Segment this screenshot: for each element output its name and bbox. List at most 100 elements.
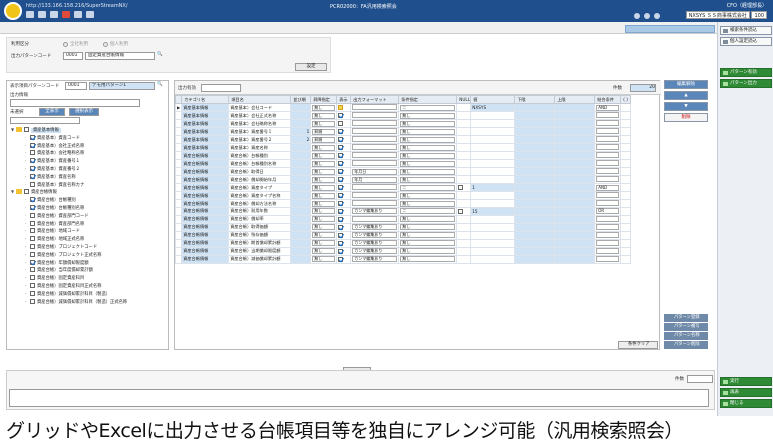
grid-col-header[interactable]: 出力フォーマット [350, 95, 400, 104]
value-cell[interactable] [470, 199, 516, 208]
order-cell[interactable] [290, 222, 312, 232]
cond-select[interactable]: 無し [400, 232, 456, 238]
upper-cell[interactable] [554, 135, 596, 144]
null-cell[interactable] [456, 159, 472, 168]
settings-icon[interactable] [74, 11, 82, 18]
order-cell[interactable]: 2 [290, 135, 312, 144]
format-select[interactable]: カンマ編集あり [352, 224, 398, 230]
format-select[interactable] [352, 216, 398, 222]
grid-row[interactable]: 資産台帳情報 資産台帳）資産タイプ 無し ＝ 1 AND [174, 183, 632, 192]
output-info-select[interactable] [10, 99, 140, 107]
format-cell[interactable] [350, 119, 400, 128]
grid-row[interactable]: 資産台帳情報 資産台帳）当期償却限度額 無し カンマ編集あり 無し [174, 246, 632, 256]
sort-cell[interactable]: 無し [310, 175, 338, 184]
sort-cell[interactable]: 無し [310, 214, 338, 224]
cond-select[interactable]: 無し [400, 192, 456, 199]
cond-select[interactable]: ＝ [400, 184, 456, 191]
pattern-delete-button[interactable]: パターン削除 [664, 341, 708, 349]
null-cell[interactable] [456, 246, 472, 256]
show-cell[interactable] [336, 175, 352, 184]
sort-cell[interactable]: 無し [310, 230, 338, 240]
order-cell[interactable]: 1 [290, 127, 312, 136]
join-cell[interactable] [594, 254, 622, 264]
grid-row[interactable]: 資産台帳情報 資産台帳）減価償却累計額 無し カンマ編集あり 無し [174, 254, 632, 264]
sort-select[interactable]: 無し [312, 168, 336, 175]
format-select[interactable] [352, 144, 398, 150]
sort-select[interactable]: 無し [312, 104, 336, 111]
sort-select[interactable]: 無し [312, 208, 336, 215]
value-cell[interactable] [470, 135, 516, 144]
grid-row[interactable]: 資産基本情報 資産基本）会社正式名称 無し 無し [174, 111, 632, 120]
format-cell[interactable] [350, 151, 400, 160]
order-cell[interactable] [290, 199, 312, 208]
lower-cell[interactable] [514, 111, 556, 120]
sort-cell[interactable]: 無し [310, 159, 338, 168]
format-cell[interactable]: カンマ編集あり [350, 230, 400, 240]
grid-col-header[interactable]: 条件指定 [398, 95, 458, 104]
join-select[interactable] [596, 168, 620, 174]
cond-cell[interactable]: 無し [398, 222, 458, 232]
join-select[interactable]: AND [596, 184, 620, 191]
sort-select[interactable]: 無し [312, 232, 336, 238]
show-cell[interactable] [336, 222, 352, 232]
tree-node[interactable]: · 資産基本）資産名称カナ [11, 181, 166, 189]
cond-select[interactable]: 無し [400, 152, 456, 159]
null-cell[interactable] [456, 135, 472, 144]
upper-cell[interactable] [554, 230, 596, 240]
grid-icon[interactable] [38, 11, 46, 18]
format-cell[interactable] [350, 183, 400, 192]
pattern-enable-button[interactable]: パターン有効 [720, 68, 772, 77]
cond-select[interactable]: 無し [400, 224, 456, 230]
format-select[interactable]: 年月日 [352, 168, 398, 175]
cond-select[interactable]: 無し [400, 216, 456, 222]
join-cell[interactable] [594, 111, 622, 120]
sort-select[interactable]: 無し [312, 144, 336, 151]
value-cell[interactable] [470, 222, 516, 232]
tree-node[interactable]: · 資産台帳）減価償却累計科目（製造） [11, 290, 166, 298]
join-select[interactable] [596, 136, 620, 142]
paren-cell[interactable] [620, 135, 632, 144]
sort-cell[interactable]: 無し [310, 191, 338, 200]
mail-icon[interactable] [654, 13, 660, 19]
format-cell[interactable] [350, 143, 400, 152]
upper-cell[interactable] [554, 214, 596, 224]
tree-node[interactable]: · 資産基本）資産名称 [11, 173, 166, 181]
null-cell[interactable] [456, 167, 472, 176]
pattern-output-button[interactable]: パターン出力 [720, 79, 772, 88]
paren-cell[interactable] [620, 103, 632, 112]
cond-cell[interactable]: 無し [398, 111, 458, 120]
order-cell[interactable] [290, 230, 312, 240]
show-cell[interactable] [336, 254, 352, 264]
join-cell[interactable]: AND [594, 183, 622, 192]
tree-search-input[interactable] [10, 117, 80, 124]
format-cell[interactable]: カンマ編集あり [350, 207, 400, 216]
paren-cell[interactable] [620, 207, 632, 216]
show-cell[interactable] [336, 135, 352, 144]
cond-select[interactable]: 無し [400, 176, 456, 183]
format-select[interactable] [352, 160, 398, 166]
show-cell[interactable] [336, 214, 352, 224]
format-cell[interactable]: カンマ編集あり [350, 254, 400, 264]
order-cell[interactable] [290, 175, 312, 184]
show-cell[interactable] [336, 183, 352, 192]
upper-cell[interactable] [554, 254, 596, 264]
join-cell[interactable] [594, 199, 622, 208]
join-select[interactable] [596, 144, 620, 150]
sort-select[interactable]: 無し [312, 192, 336, 199]
sort-cell[interactable]: 無し [310, 119, 338, 128]
grid-row[interactable]: 資産台帳情報 資産台帳）償却率 無し 無し [174, 214, 632, 224]
value-cell[interactable]: 1 [470, 183, 516, 192]
null-cell[interactable] [456, 119, 472, 128]
show-cell[interactable] [336, 199, 352, 208]
lower-cell[interactable] [514, 143, 556, 152]
grid-col-header[interactable]: 昇降指定 [310, 95, 338, 104]
grid-col-header[interactable]: 上限 [554, 95, 596, 104]
grid-row[interactable]: 資産台帳情報 資産台帳）耐用年数 無し カンマ編集あり＝ 15 OR [174, 207, 632, 216]
order-cell[interactable] [290, 119, 312, 128]
sort-select[interactable]: 昇順 [312, 136, 336, 143]
cond-cell[interactable]: 無し [398, 214, 458, 224]
tree-checkbox[interactable] [30, 173, 35, 179]
cond-cell[interactable]: 無し [398, 230, 458, 240]
sort-cell[interactable]: 無し [310, 199, 338, 208]
join-cell[interactable] [594, 238, 622, 248]
